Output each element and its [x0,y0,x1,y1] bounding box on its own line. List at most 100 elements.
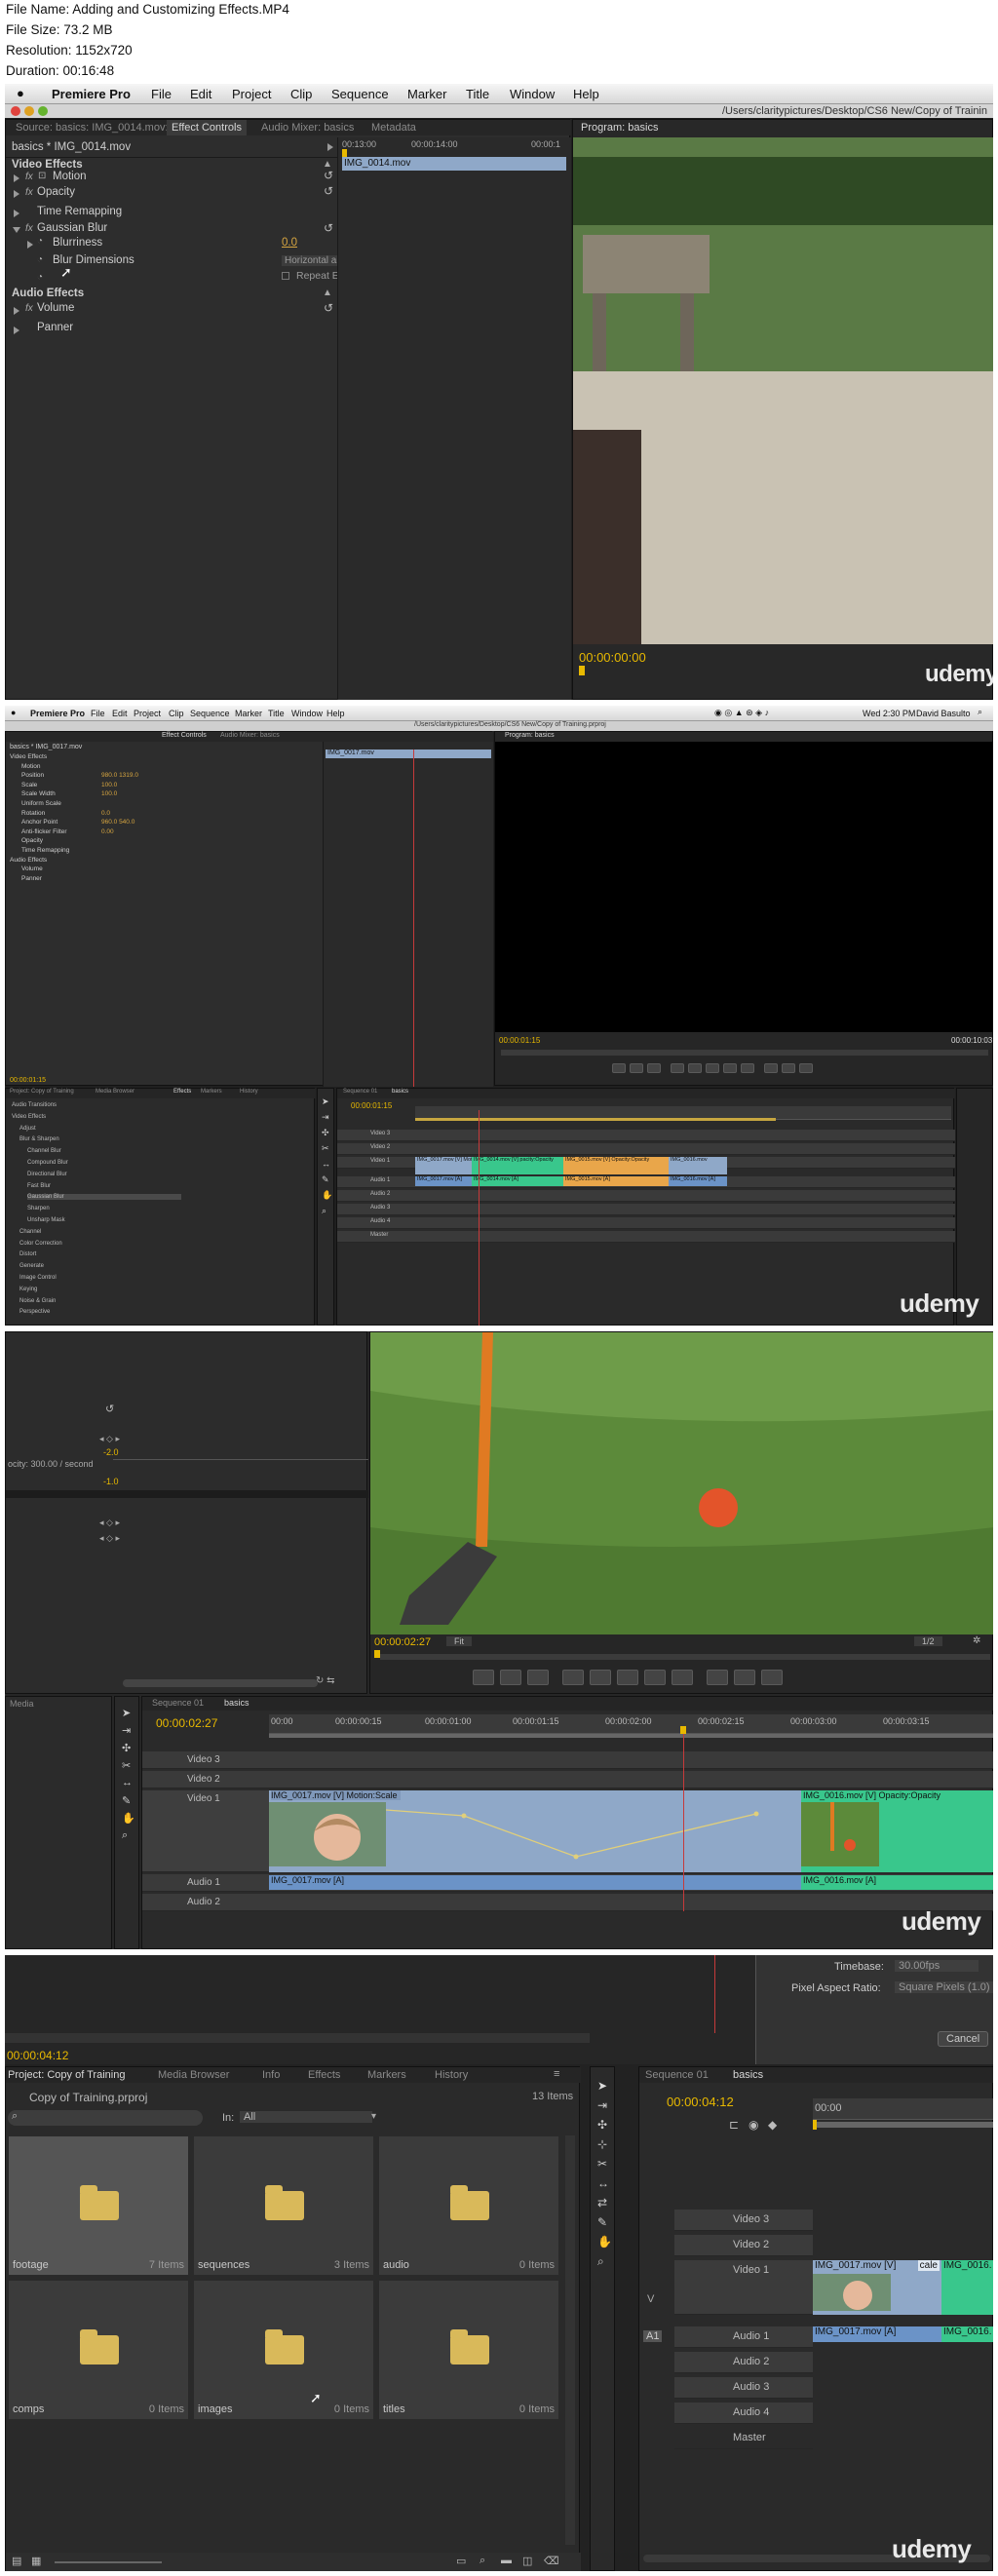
ripple-tool-icon[interactable]: ✣ [597,2118,607,2132]
timeline-clip[interactable]: IMG_0017.mov [A] [269,1875,801,1890]
chevron-down-icon[interactable]: ▾ [371,2111,376,2122]
timeline-ruler[interactable]: 00:00 00:00:00:15 00:00:01:00 00:00:01:1… [269,1714,993,1734]
effect-volume[interactable]: Volume [37,302,74,314]
blurriness-value[interactable]: 0.0 [282,237,297,249]
opacity-expand-icon[interactable] [14,190,19,198]
timeline-track[interactable]: Master [674,2428,813,2449]
folder-icon[interactable]: ▬ [501,2555,512,2566]
timeline-track[interactable]: Video 2 [674,2235,813,2256]
timeline-clip[interactable]: IMG_0016. [941,2260,993,2315]
menu-app[interactable]: Premiere Pro [30,709,85,718]
reset-opacity-icon[interactable]: ↺ [324,184,333,198]
timeline-track[interactable]: Audio 3 [337,1204,955,1215]
fx-badge-icon[interactable]: fx [25,187,33,198]
timeline-clip[interactable]: IMG_0014.mov [A] [472,1176,563,1186]
tab-sequence-01[interactable]: Sequence 01 [343,1089,377,1095]
in-dropdown[interactable]: All [240,2111,373,2123]
track-select-tool-icon[interactable]: ⇥ [597,2098,607,2112]
time-remap-expand-icon[interactable] [14,210,19,217]
repeat-edge-checkbox[interactable] [282,272,289,280]
menu-file[interactable]: File [151,87,172,101]
tab-media[interactable]: Media [10,1699,34,1709]
keyframe-nav-icon[interactable]: ◂ ◇ ▸ [99,1533,120,1544]
track-video-2[interactable]: Video 2 [142,1771,993,1788]
menu-clip[interactable]: Clip [169,709,184,718]
keyframe-nav-icon[interactable]: ◂ ◇ ▸ [99,1518,120,1528]
track-video-1[interactable]: Video 1 IMG_0017.mov [V] Motion:Scale IM… [142,1790,993,1872]
timeline-track[interactable]: Audio 2 [674,2352,813,2373]
menu-window[interactable]: Window [291,709,323,718]
apple-icon[interactable]: ● [11,708,16,717]
reset-blur-icon[interactable]: ↺ [324,221,333,235]
spotlight-icon[interactable]: ⌕ [978,707,982,717]
v-target-label[interactable]: V [647,2293,654,2305]
effects-tree-item[interactable]: Gaussian Blur [27,1194,181,1201]
go-to-out-button[interactable] [741,1063,754,1073]
timeline-clip[interactable]: IMG_0015.mov [V] Opacity:Opacity [563,1157,669,1174]
blurriness-expand-icon[interactable] [27,241,33,249]
effects-tree-item[interactable]: Audio Transitions [12,1102,57,1108]
effects-tree-item[interactable]: Color Correction [19,1241,62,1247]
tab-basics[interactable]: basics [733,2069,763,2081]
effects-tree-item[interactable]: Video Effects [12,1114,46,1120]
tab-effects[interactable]: Effects [173,1089,191,1095]
keyframe-icon[interactable]: ◆ [768,2118,777,2132]
rolling-tool-icon[interactable]: ⊹ [597,2137,607,2151]
zoom-tool-icon[interactable]: ⌕ [322,1206,326,1216]
track-audio-2[interactable]: Audio 2 [142,1894,993,1911]
scale-keyframe-curve[interactable] [386,1800,801,1868]
step-forward-button[interactable] [644,1670,666,1685]
effects-tree-item[interactable]: Directional Blur [27,1172,67,1177]
ec-scrollbar[interactable] [123,1679,318,1687]
hand-tool-icon[interactable]: ✋ [322,1190,332,1201]
effects-tree-item[interactable]: Noise & Grain [19,1298,56,1304]
work-area-bar[interactable] [269,1734,993,1738]
timeline-track[interactable]: Audio 1 [674,2326,813,2348]
export-frame-button[interactable] [761,1670,783,1685]
timeline-clip[interactable]: IMG_0016.mov [669,1157,727,1174]
slide-tool-icon[interactable]: ⇄ [597,2196,607,2210]
in-point-button[interactable] [500,1670,521,1685]
blur-collapse-icon[interactable] [13,227,20,233]
ripple-tool-icon[interactable]: ✣ [122,1742,131,1754]
effects-tree-item[interactable]: Adjust [19,1126,36,1132]
effect-row-value[interactable]: 100.0 [101,790,117,797]
zoom-slider[interactable] [55,2561,162,2563]
program-timecode[interactable]: 00:00:00:00 [579,650,646,665]
effect-panner[interactable]: Panner [37,322,73,333]
search-input[interactable]: ⌕ [8,2110,203,2126]
ec-clip-bar[interactable]: IMG_0014.mov [342,157,566,171]
timeline-track[interactable]: Video 1 [674,2260,813,2315]
scrollbar[interactable] [5,2033,590,2043]
tab-history[interactable]: History [240,1089,258,1095]
effect-row-value[interactable]: 100.0 [101,782,117,788]
menu-help[interactable]: Help [573,87,599,101]
trash-icon[interactable]: ⌫ [544,2555,559,2567]
bin-sequences[interactable]: sequences 3 Items [193,2135,374,2276]
menu-sequence[interactable]: Sequence [190,709,230,718]
selection-tool-icon[interactable]: ➤ [597,2079,607,2093]
fx-badge-icon[interactable]: fx [25,172,33,182]
playhead-icon[interactable] [342,149,347,157]
extract-button[interactable] [782,1063,795,1073]
menu-project[interactable]: Project [232,87,271,101]
out-point-button[interactable] [527,1670,549,1685]
top-timecode[interactable]: 00:00:04:12 [7,2049,68,2062]
work-area-bar[interactable] [415,1118,776,1121]
step-back-button[interactable] [688,1063,702,1073]
effects-tree-item[interactable]: Keying [19,1287,37,1292]
timeline-clip[interactable]: IMG_0017.mov [V] cale [813,2260,941,2315]
new-bin-icon[interactable]: ▭ [456,2555,466,2567]
lift-button[interactable] [707,1670,728,1685]
razor-tool-icon[interactable]: ✂ [597,2157,607,2171]
effects-tree-item[interactable]: Image Control [19,1275,57,1281]
play-only-icon[interactable] [327,143,333,151]
timeline-clip[interactable]: IMG_0016.mov [A] [669,1176,727,1186]
play-button[interactable] [706,1063,719,1073]
quality-dropdown[interactable]: 1/2 [914,1636,942,1646]
tab-project[interactable]: Project: Copy of Training [10,1089,74,1095]
tab-markers[interactable]: Markers [201,1089,222,1095]
timeline-track[interactable]: Master [337,1231,955,1243]
playhead-icon[interactable] [680,1726,686,1734]
effect-row-value[interactable]: 980.0 1319.0 [101,772,138,779]
